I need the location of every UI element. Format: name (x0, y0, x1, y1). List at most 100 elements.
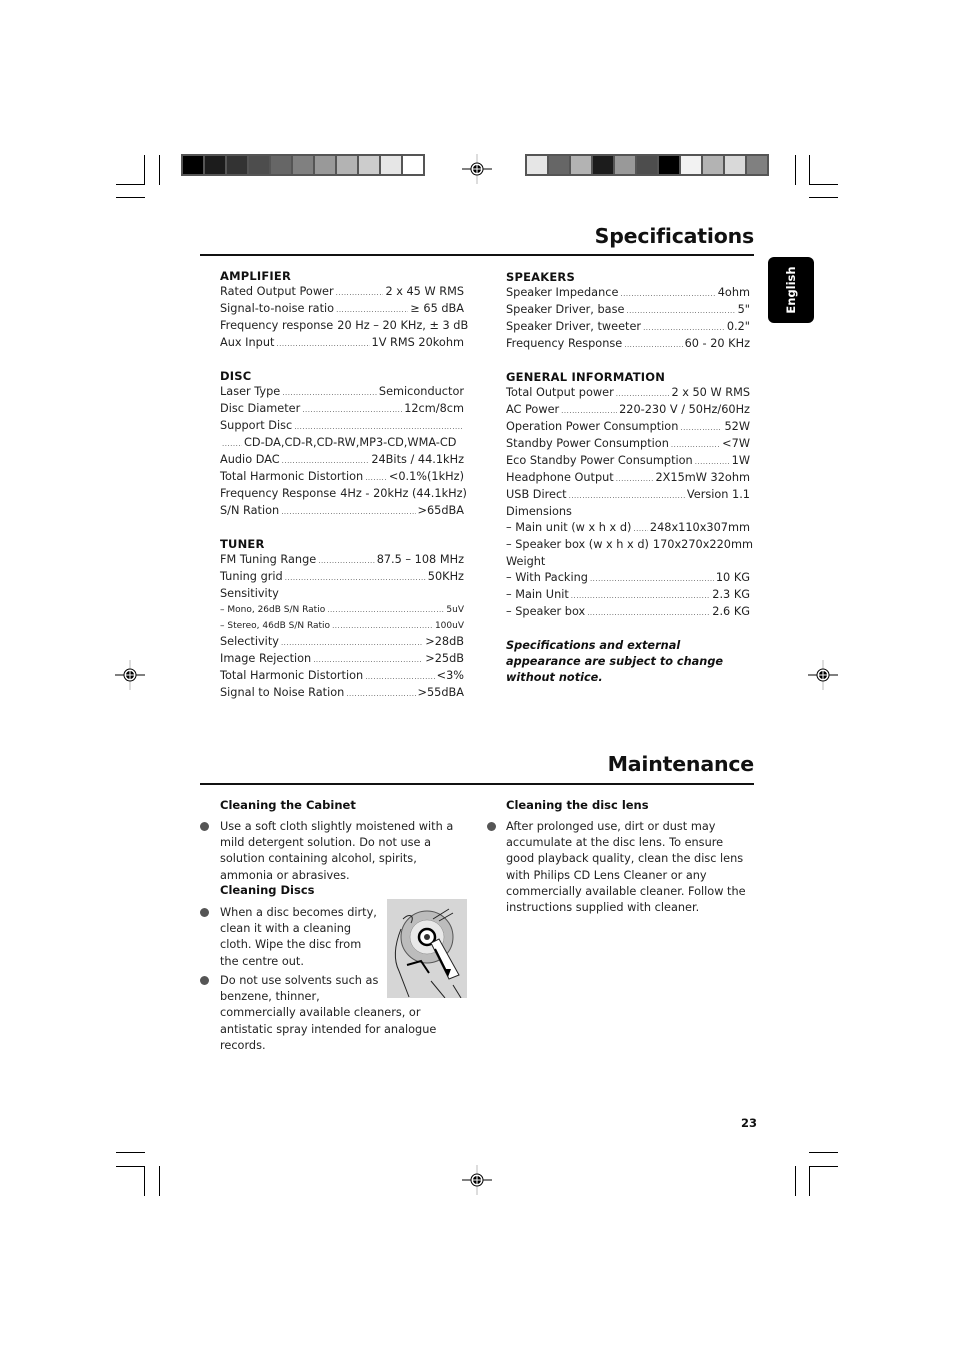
spec-value: CD-DA,CD-R,CD-RW,MP3-CD,WMA-CD (244, 436, 457, 449)
spec-value: 2X15mW 32ohm (655, 471, 750, 484)
spec-label: Aux Input (220, 336, 275, 349)
registration-mark-icon (115, 660, 145, 690)
spec-row: Speaker Driver, tweeter 0.2" (506, 319, 750, 336)
crop-mark (144, 155, 145, 185)
maintenance-text: Use a soft cloth slightly moistened with… (220, 820, 454, 882)
color-swatch (593, 156, 613, 174)
spec-row: Total Harmonic Distortion <0.1%(1kHz) (220, 469, 464, 486)
color-swatch (527, 156, 547, 174)
spec-value: 10 KG (715, 571, 750, 584)
dot-leader (294, 419, 462, 435)
color-swatch (205, 156, 225, 174)
crop-mark (809, 155, 810, 185)
dot-leader (633, 521, 648, 537)
spec-label: – Mono, 26dB S/N Ratio (220, 605, 326, 615)
spec-label: – Main Unit (506, 588, 569, 601)
spec-value: <7W (722, 437, 750, 450)
color-calibration-bar-right (525, 154, 769, 176)
spec-row: Support Disc (220, 418, 464, 435)
spec-value: 220-230 V / 50Hz/60Hz (619, 403, 750, 416)
dot-leader (561, 403, 617, 419)
spec-label: FM Tuning Range (220, 553, 317, 566)
color-swatch (637, 156, 657, 174)
spec-row: Disc Diameter 12cm/8cm (220, 401, 464, 418)
language-tab-label: English (784, 266, 798, 314)
color-swatch (725, 156, 745, 174)
spec-value: ≥ 65 dBA (410, 302, 464, 315)
dot-leader (281, 504, 415, 520)
dot-leader (332, 618, 433, 634)
spec-label: Total Output power (506, 386, 614, 399)
hand-wiping-disc-icon (394, 908, 462, 999)
spec-label: Tuning grid (220, 570, 283, 583)
bullet-icon (200, 976, 209, 985)
spec-value: 4Hz - 20kHz (44.1kHz) (340, 487, 467, 500)
spec-label: Disc Diameter (220, 402, 301, 415)
crop-mark (795, 155, 796, 185)
spec-row: Tuning grid 50KHz (220, 569, 464, 586)
spec-label: Support Disc (220, 419, 293, 432)
spec-label: Frequency response (220, 319, 334, 332)
spec-label: – Speaker box (w x h x d) (506, 538, 649, 551)
dot-leader (365, 669, 434, 685)
maintenance-text: After prolonged use, dirt or dust may ac… (506, 820, 746, 915)
spec-row: Frequency Response 60 - 20 KHz (506, 336, 750, 353)
spec-row: Dimensions (506, 504, 750, 520)
spec-value: 2 x 50 W RMS (671, 386, 750, 399)
spec-label: Eco Standby Power Consumption (506, 454, 693, 467)
spec-value: 248x110x307mm (649, 521, 750, 534)
dot-leader (643, 320, 725, 336)
spec-group-general: GENERAL INFORMATION Total Output power 2 … (506, 369, 753, 621)
dot-leader (671, 437, 720, 453)
spec-row: – Speaker box 2.6 KG (506, 604, 750, 621)
spec-column-left: AMPLIFIER Rated Output Power 2 x 45 W RMS… (220, 268, 468, 718)
dot-leader (327, 602, 444, 618)
spec-value: 5uV (446, 605, 464, 615)
spec-value: 24Bits / 44.1kHz (371, 453, 464, 466)
spec-label: AC Power (506, 403, 560, 416)
spec-row: CD-DA,CD-R,CD-RW,MP3-CD,WMA-CD (220, 435, 464, 452)
spec-label: Total Harmonic Distortion (220, 470, 364, 483)
spec-label: – With Packing (506, 571, 588, 584)
spec-row: Operation Power Consumption 52W (506, 419, 750, 436)
dot-leader (282, 453, 370, 469)
title-rule (200, 254, 754, 256)
dot-leader (276, 336, 369, 352)
color-calibration-bar-left (181, 154, 425, 176)
spec-value: >25dB (425, 652, 464, 665)
spec-row: USB Direct Version 1.1 (506, 487, 750, 504)
spec-heading: GENERAL INFORMATION (506, 370, 666, 384)
color-swatch (271, 156, 291, 174)
specifications-note: Specifications and external appearance a… (506, 639, 724, 684)
dot-leader (616, 386, 670, 402)
spec-value: 0.2" (726, 320, 750, 333)
spec-label: Operation Power Consumption (506, 420, 679, 433)
color-swatch (549, 156, 569, 174)
spec-value: <3% (436, 669, 464, 682)
dot-leader (587, 605, 710, 621)
spec-value: 12cm/8cm (404, 402, 464, 415)
spec-row: – Speaker box (w x h x d) 170x270x220mm (506, 537, 753, 554)
spec-row: Sensitivity (220, 586, 464, 602)
dot-leader (365, 470, 387, 486)
spec-row: Headphone Output 2X15mW 32ohm (506, 470, 750, 487)
page-number: 23 (741, 1116, 758, 1130)
color-swatch (381, 156, 401, 174)
dot-leader (571, 588, 710, 604)
spec-label: Laser Type (220, 385, 281, 398)
spec-label: Frequency Response (220, 487, 337, 500)
spec-group-tuner: TUNER FM Tuning Range 87.5 – 108 MHz Tunin… (220, 536, 464, 702)
spec-value: Version 1.1 (686, 488, 750, 501)
spec-value: 50KHz (427, 570, 464, 583)
spec-heading: TUNER (220, 537, 265, 551)
spec-label: – Speaker box (506, 605, 586, 618)
spec-row: Total Harmonic Distortion <3% (220, 668, 464, 685)
dot-leader (590, 571, 714, 587)
spec-value: 100uV (434, 621, 464, 631)
spec-label: Speaker Driver, base (506, 303, 625, 316)
color-swatch (337, 156, 357, 174)
spec-label: Frequency Response (506, 337, 623, 350)
spec-value: 4ohm (717, 286, 750, 299)
spec-value: 87.5 – 108 MHz (376, 553, 464, 566)
spec-label: Image Rejection (220, 652, 312, 665)
